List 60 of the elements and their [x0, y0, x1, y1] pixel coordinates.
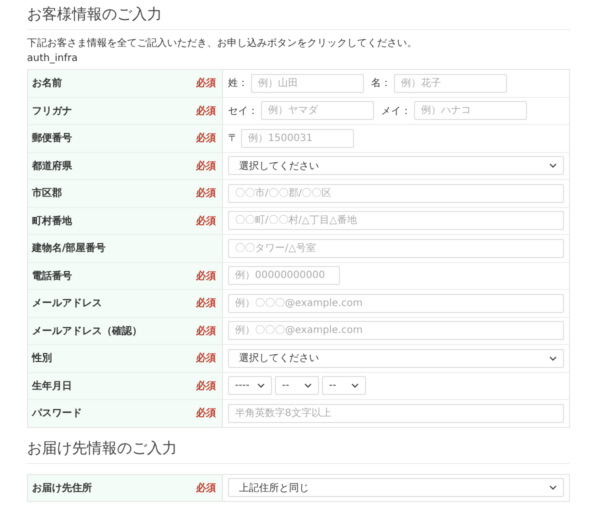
- dropdown[interactable]: 選択してください: [228, 348, 564, 368]
- input-field[interactable]: 例）1500031: [241, 128, 354, 148]
- field-name: 市区郡: [32, 186, 62, 200]
- input-field[interactable]: 例）00000000000: [228, 266, 340, 286]
- dropdown[interactable]: 上記住所と同じ: [228, 478, 564, 498]
- chevron-down-icon: [304, 383, 312, 388]
- field-label: 〒: [228, 132, 238, 146]
- section-title: お客様情報のご入力: [27, 2, 570, 30]
- input-field[interactable]: 例）ヤマダ: [261, 101, 374, 120]
- required-mark: 必須: [196, 482, 216, 495]
- field-label: 名：: [371, 77, 391, 90]
- field-name: 町村番地: [32, 214, 72, 228]
- field-name: 性別: [32, 352, 52, 366]
- required-mark: 必須: [196, 352, 216, 366]
- required-mark: 必須: [196, 76, 216, 90]
- input-field[interactable]: 例）ハナコ: [414, 101, 527, 120]
- field-label: 姓：: [228, 77, 248, 90]
- required-mark: 必須: [196, 296, 216, 310]
- input-field[interactable]: 例）〇〇〇@example.com: [228, 321, 564, 340]
- input-field[interactable]: 半角英数字8文字以上: [228, 404, 564, 423]
- field-name: お名前: [32, 76, 62, 90]
- field-label: メイ：: [381, 104, 411, 118]
- chevron-down-icon: [351, 383, 359, 388]
- input-field[interactable]: 〇〇町/〇〇村/△丁目△番地: [228, 211, 564, 230]
- field-label: セイ：: [228, 104, 258, 118]
- field-name: 都道府県: [32, 159, 72, 173]
- field-name: パスワード: [32, 407, 82, 420]
- required-mark: 必須: [196, 214, 216, 228]
- required-mark: 必須: [196, 406, 216, 420]
- dropdown[interactable]: --: [322, 376, 366, 396]
- required-mark: 必須: [196, 270, 216, 283]
- required-mark: 必須: [196, 324, 216, 338]
- dropdown[interactable]: 選択してください: [228, 156, 564, 176]
- field-name: 建物名/部屋番号: [32, 242, 106, 256]
- instruction-text: 下記お客さま情報を全てご記入いただき、お申し込みボタンをクリックしてください。: [27, 37, 418, 51]
- required-mark: 必須: [196, 104, 216, 118]
- dropdown[interactable]: --: [275, 376, 319, 396]
- required-mark: 必須: [196, 160, 216, 173]
- required-mark: 必須: [196, 380, 216, 393]
- input-field[interactable]: 例）山田: [251, 74, 364, 93]
- field-name: お届け先住所: [32, 482, 92, 495]
- required-mark: 必須: [196, 132, 216, 146]
- input-field[interactable]: 例）〇〇〇@example.com: [228, 294, 564, 313]
- dropdown[interactable]: ----: [228, 376, 272, 396]
- chevron-down-icon: [549, 163, 557, 168]
- chevron-down-icon: [549, 485, 557, 490]
- input-field[interactable]: 〇〇市/〇〇郡/〇〇区: [228, 184, 564, 203]
- field-name: 電話番号: [32, 270, 72, 283]
- input-field[interactable]: 例）花子: [394, 74, 507, 93]
- form-id-text: auth_infra: [27, 52, 79, 65]
- input-field[interactable]: 〇〇タワー/△号室: [228, 238, 564, 258]
- field-name: メールアドレス（確認）: [32, 324, 142, 338]
- field-name: フリガナ: [32, 104, 72, 118]
- chevron-down-icon: [549, 356, 557, 361]
- field-name: メールアドレス: [32, 297, 102, 310]
- field-name: 生年月日: [32, 380, 72, 393]
- required-mark: 必須: [196, 186, 216, 200]
- section-title: お届け先情報のご入力: [27, 436, 570, 464]
- field-name: 郵便番号: [32, 132, 72, 146]
- chevron-down-icon: [257, 383, 265, 388]
